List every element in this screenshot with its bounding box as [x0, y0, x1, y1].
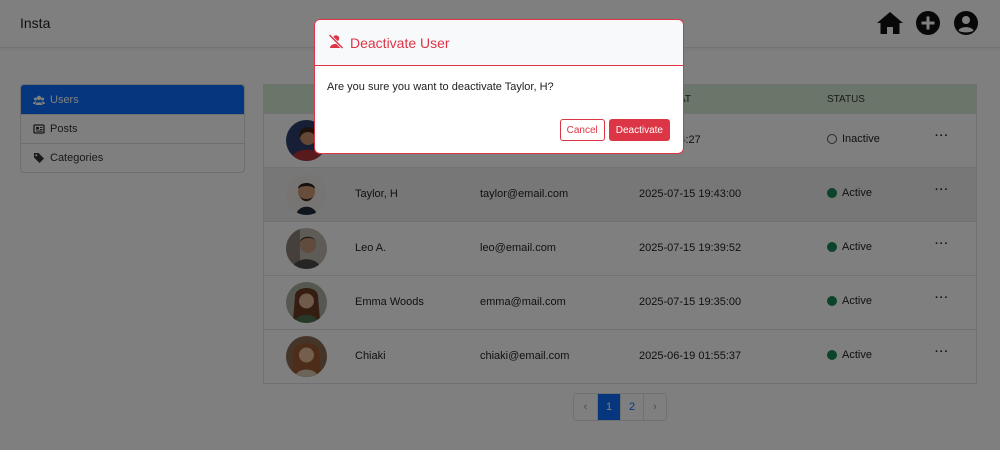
cancel-button[interactable]: Cancel: [559, 119, 605, 141]
deactivate-user-modal: Deactivate User Are you sure you want to…: [314, 19, 684, 154]
user-slash-icon: [328, 33, 344, 52]
deactivate-button[interactable]: Deactivate: [608, 119, 670, 141]
modal-body-text: Are you sure you want to deactivate Tayl…: [327, 81, 554, 93]
modal-footer: Cancel Deactivate: [559, 119, 670, 141]
modal-title: Deactivate User: [350, 34, 450, 51]
modal-header: Deactivate User: [315, 20, 683, 66]
